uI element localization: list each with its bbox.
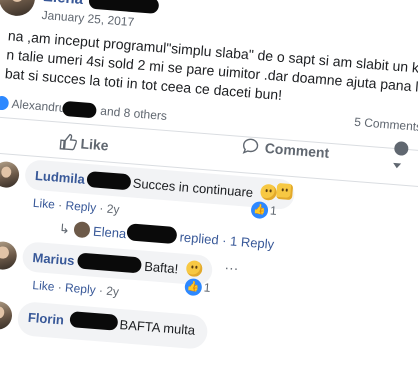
commenter-avatar[interactable] bbox=[0, 300, 14, 331]
comment-reply-link[interactable]: Reply bbox=[65, 281, 97, 297]
post-author-avatar[interactable] bbox=[0, 0, 37, 18]
facebook-post: Elena January 25, 2017 na ,am inceput pr… bbox=[0, 0, 418, 362]
reaction-count[interactable]: 1 bbox=[203, 280, 211, 294]
reply-arrow-icon: ↳ bbox=[58, 220, 71, 237]
likers-first-name: Alexandru bbox=[11, 96, 67, 116]
comments-count[interactable]: 5 Comments bbox=[354, 115, 418, 134]
comment-author-name[interactable]: Florin bbox=[27, 310, 64, 328]
thumbs-up-icon bbox=[59, 133, 78, 154]
commenter-avatar[interactable] bbox=[0, 240, 18, 271]
speech-bubble-icon bbox=[241, 137, 260, 158]
comment-button-label: Comment bbox=[264, 139, 330, 161]
comment-like-link[interactable]: Like bbox=[32, 196, 55, 212]
comment-actions: Like · Reply · 2y bbox=[32, 195, 120, 217]
post-author-name[interactable]: Elena bbox=[42, 0, 83, 8]
like-reaction-icon[interactable]: 👍 bbox=[250, 200, 269, 220]
comment-like-link[interactable]: Like bbox=[32, 278, 55, 294]
comment-reply-link[interactable]: Reply bbox=[65, 198, 97, 214]
like-button[interactable]: Like bbox=[59, 133, 109, 157]
redaction-bar bbox=[61, 100, 97, 119]
redaction-bar bbox=[126, 223, 178, 245]
reply-avatar bbox=[72, 221, 91, 239]
reply-verb: replied bbox=[179, 229, 220, 248]
comment-author-name[interactable]: Marius bbox=[32, 250, 75, 268]
likers-others[interactable]: and 8 others bbox=[100, 104, 168, 123]
reaction-selector[interactable] bbox=[392, 139, 418, 177]
globe-avatar-icon bbox=[393, 140, 409, 156]
more-options-button[interactable]: ··· bbox=[224, 259, 239, 276]
thumbs-up-emoji-icon bbox=[276, 182, 294, 201]
comment-text: Bafta! bbox=[143, 258, 179, 277]
redaction-bar bbox=[86, 170, 132, 191]
reaction-count[interactable]: 1 bbox=[270, 203, 278, 217]
like-reaction-icon[interactable]: 👍 bbox=[184, 277, 203, 297]
like-button-label: Like bbox=[80, 135, 110, 154]
reply-author-name: Elena bbox=[92, 223, 127, 242]
reply-summary-text[interactable]: replied · 1 Reply bbox=[179, 229, 275, 251]
commenter-avatar[interactable] bbox=[0, 160, 21, 189]
comment-actions: Like · Reply · 2y bbox=[31, 278, 120, 299]
reply-summary[interactable]: ↳ Elena bbox=[58, 220, 127, 242]
comment-time[interactable]: 2y bbox=[106, 284, 120, 299]
like-reaction-icon bbox=[0, 95, 10, 111]
likers-summary[interactable]: Alexandru bbox=[0, 95, 66, 115]
comment-time[interactable]: 2y bbox=[106, 202, 120, 217]
reply-count: 1 Reply bbox=[229, 233, 275, 252]
chevron-down-icon bbox=[392, 163, 402, 169]
